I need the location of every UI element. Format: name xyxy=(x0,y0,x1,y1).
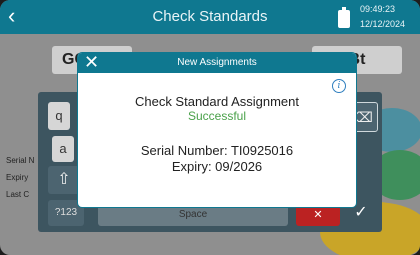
key-space: Space xyxy=(98,204,288,226)
key-cancel: ✕ xyxy=(296,204,340,226)
screen-title: Check Standards xyxy=(152,8,268,25)
expiry-date: Expiry: 09/2026 xyxy=(171,159,263,174)
back-button[interactable]: ‹ xyxy=(8,4,28,28)
dialog-title: New Assignments xyxy=(177,57,257,68)
assignment-message: Check Standard Assignment xyxy=(134,94,300,109)
dialog-header: ✕ New Assignments xyxy=(78,53,356,73)
new-assignments-dialog: ✕ New Assignments i Check Standard Assig… xyxy=(78,53,356,207)
serial-number: Serial Number: TI0925016 xyxy=(140,143,294,158)
app-screen: ‹ Check Standards 09:49:23 12/12/2024 GC… xyxy=(0,0,420,255)
battery-icon xyxy=(338,7,350,28)
key-q: q xyxy=(48,102,70,130)
serial-label: Serial N xyxy=(6,156,35,165)
info-icon[interactable]: i xyxy=(332,79,346,93)
shift-key-icon: ⇧ xyxy=(48,166,80,194)
expiry-label: Expiry xyxy=(6,173,29,182)
clock-date: 12/12/2024 xyxy=(360,19,406,29)
clock-time: 09:49:23 xyxy=(360,4,396,14)
last-check-label: Last C xyxy=(6,190,30,199)
success-status: Successful xyxy=(187,109,247,123)
key-a: a xyxy=(52,136,74,162)
top-bar: ‹ Check Standards 09:49:23 12/12/2024 xyxy=(0,0,420,34)
close-icon[interactable]: ✕ xyxy=(84,53,99,72)
